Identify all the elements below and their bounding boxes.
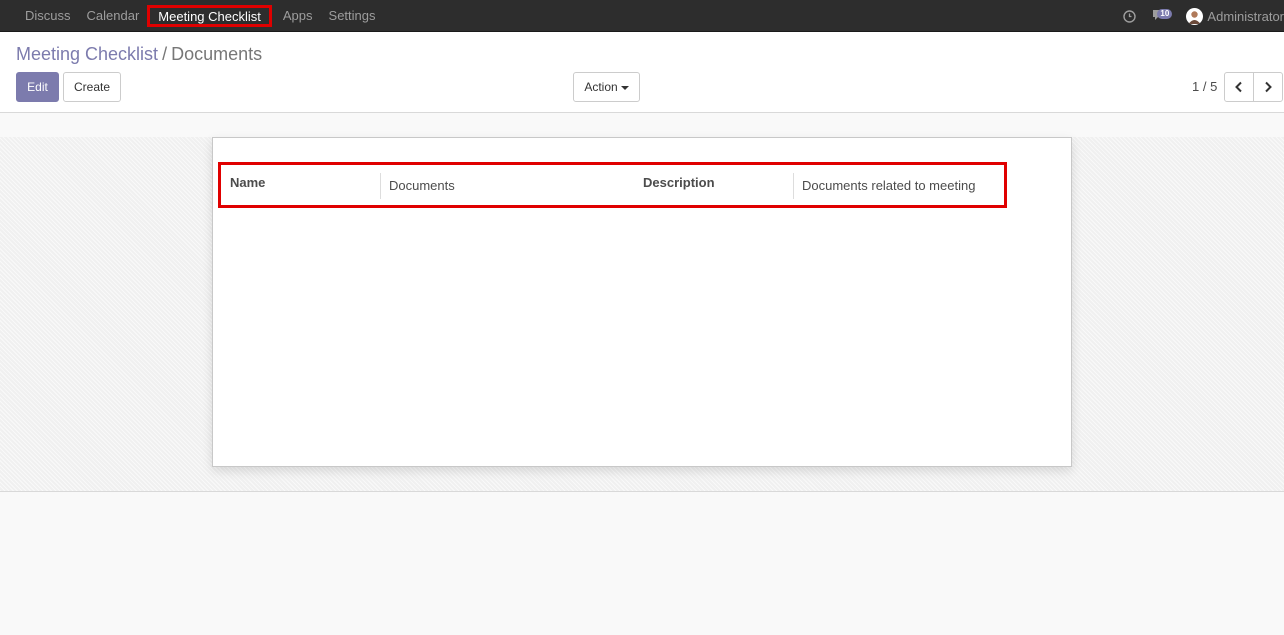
- chevron-right-icon: [1265, 81, 1272, 93]
- action-dropdown-button[interactable]: Action: [573, 72, 640, 102]
- chevron-left-icon: [1235, 81, 1242, 93]
- user-menu-label[interactable]: Administrator: [1207, 9, 1284, 24]
- document-fields-highlight: Name Documents Description Documents rel…: [218, 162, 1007, 208]
- name-label: Name: [230, 175, 266, 190]
- systray: 10 Administrator: [1122, 0, 1284, 32]
- name-value: Documents: [380, 173, 455, 199]
- breadcrumb: Meeting Checklist / Documents: [16, 44, 262, 65]
- menu-discuss[interactable]: Discuss: [17, 0, 79, 32]
- menu-apps[interactable]: Apps: [275, 0, 321, 32]
- caret-down-icon: [620, 85, 629, 90]
- breadcrumb-separator: /: [162, 44, 168, 64]
- breadcrumb-current: Documents: [171, 44, 263, 64]
- top-navbar: Discuss Calendar Meeting Checklist Apps …: [0, 0, 1284, 32]
- pager-next-button[interactable]: [1253, 72, 1283, 102]
- menu-calendar[interactable]: Calendar: [79, 0, 148, 32]
- breadcrumb-parent[interactable]: Meeting Checklist: [16, 44, 158, 64]
- edit-button[interactable]: Edit: [16, 72, 59, 102]
- pager-value: 1 / 5: [1192, 79, 1218, 94]
- pager-previous-button[interactable]: [1224, 72, 1254, 102]
- menu-settings[interactable]: Settings: [321, 0, 384, 32]
- description-label: Description: [643, 175, 715, 190]
- form-sheet: Name Documents Description Documents rel…: [212, 137, 1072, 467]
- create-button[interactable]: Create: [63, 72, 121, 102]
- app-menu: Discuss Calendar Meeting Checklist Apps …: [17, 0, 384, 32]
- message-count-badge: 10: [1157, 9, 1173, 19]
- menu-meeting-checklist[interactable]: Meeting Checklist: [147, 5, 272, 27]
- control-panel: Meeting Checklist / Documents Edit Create …: [0, 32, 1284, 113]
- description-value: Documents related to meeting: [793, 173, 975, 199]
- action-label: Action: [584, 80, 618, 94]
- messaging-menu[interactable]: 10: [1152, 9, 1174, 23]
- clock-icon[interactable]: [1122, 9, 1136, 23]
- avatar[interactable]: [1186, 7, 1204, 25]
